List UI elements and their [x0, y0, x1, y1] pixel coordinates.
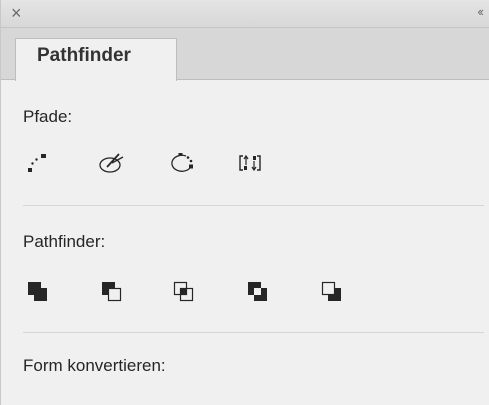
tab-strip: Pathfinder	[1, 28, 489, 81]
extend-path-icon[interactable]	[167, 148, 197, 178]
close-icon[interactable]: ×	[11, 4, 29, 22]
minus-front-icon[interactable]	[97, 277, 127, 307]
join-path-icon[interactable]	[23, 148, 53, 178]
exclude-icon[interactable]	[243, 277, 273, 307]
intersect-icon[interactable]	[169, 277, 199, 307]
section-divider	[23, 332, 484, 333]
section-divider	[23, 205, 484, 206]
convert-shape-section-label: Form konvertieren:	[23, 356, 166, 375]
paths-icon-row	[23, 143, 265, 183]
pathfinder-section-label: Pathfinder:	[23, 232, 106, 251]
paths-section-label: Pfade:	[23, 107, 73, 126]
tab-pathfinder[interactable]: Pathfinder	[15, 38, 177, 81]
minus-back-icon[interactable]	[317, 277, 347, 307]
unite-icon[interactable]	[23, 277, 53, 307]
collapse-icon[interactable]: ‹‹	[477, 3, 484, 21]
pathfinder-panel: × ‹‹ Pathfinder Pfade: Pathfinder: Form …	[0, 0, 489, 405]
pathfinder-icon-row	[23, 272, 347, 312]
panel-titlebar: × ‹‹	[1, 0, 489, 28]
trim-path-icon[interactable]	[97, 148, 127, 178]
reverse-path-icon[interactable]	[235, 148, 265, 178]
